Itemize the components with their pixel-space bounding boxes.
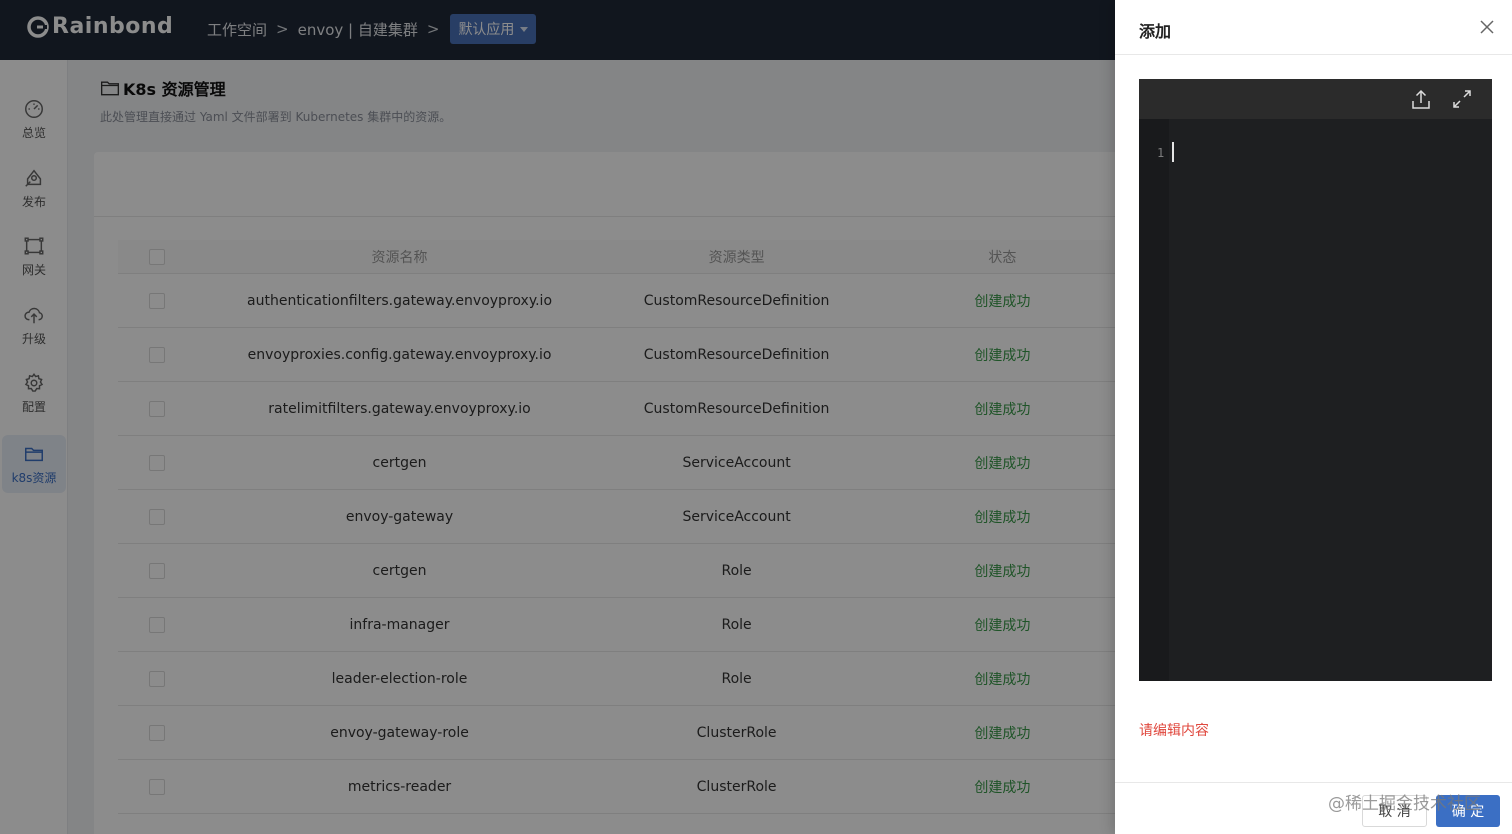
- editor-toolbar: [1139, 79, 1492, 119]
- drawer-title: 添加: [1139, 22, 1172, 41]
- fullscreen-icon[interactable]: [1451, 88, 1473, 110]
- yaml-editor[interactable]: 1: [1139, 79, 1492, 681]
- editor-gutter: [1139, 119, 1169, 681]
- drawer-header: 添加: [1115, 0, 1512, 55]
- watermark: @稀土掘金技术社区: [1328, 794, 1481, 814]
- close-icon[interactable]: [1479, 19, 1495, 35]
- text-cursor: [1172, 142, 1174, 162]
- line-number: 1: [1157, 146, 1165, 160]
- upload-icon[interactable]: [1410, 88, 1432, 110]
- add-resource-drawer: 添加 1 请编辑内容 取 消 确 定: [1115, 0, 1512, 834]
- validation-error: 请编辑内容: [1139, 723, 1209, 739]
- modal-overlay[interactable]: [0, 0, 1115, 834]
